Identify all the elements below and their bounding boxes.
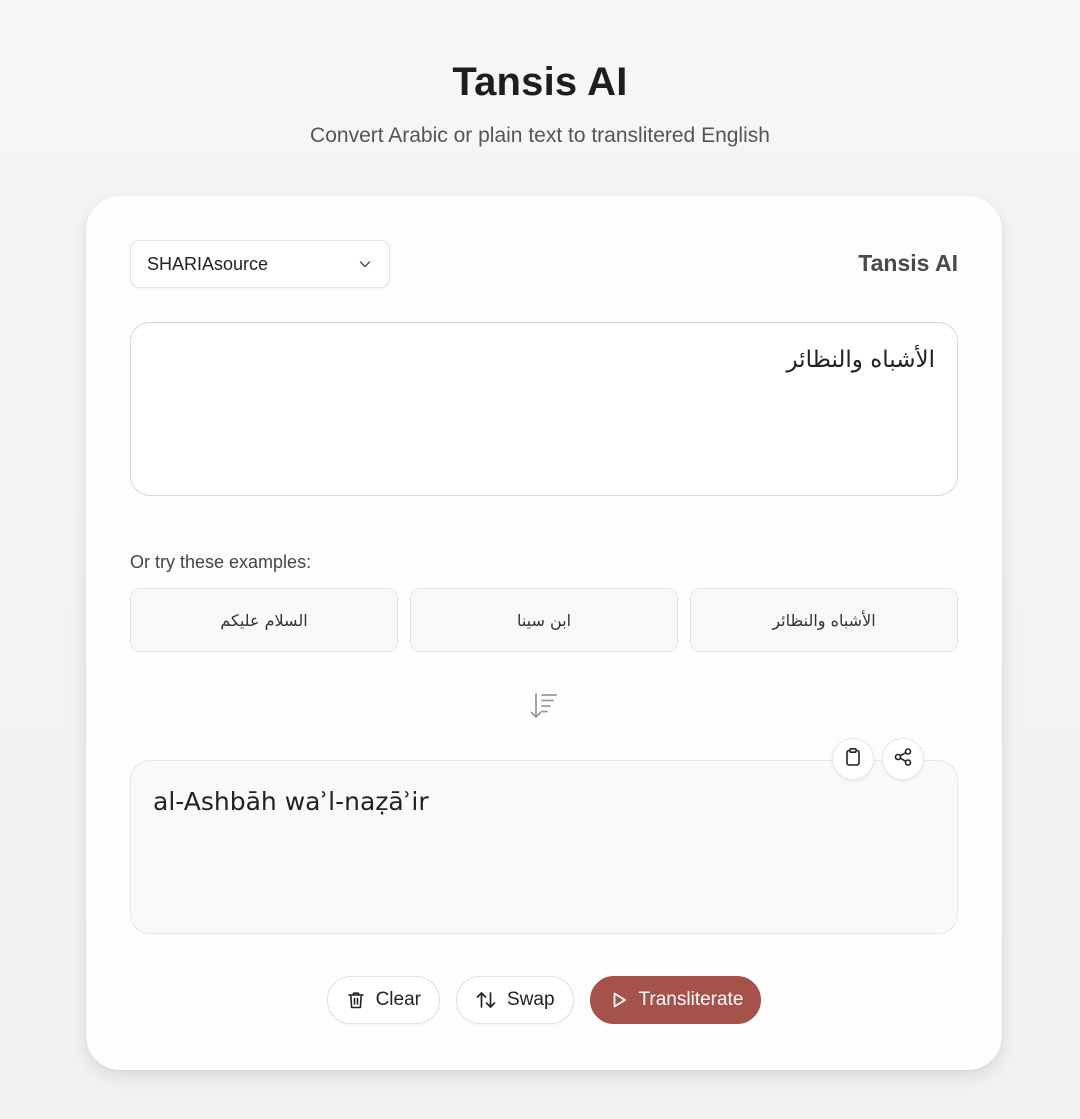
trash-icon xyxy=(346,990,366,1010)
arabic-input[interactable]: الأشباه والنظائر xyxy=(130,322,958,496)
share-icon xyxy=(893,747,913,772)
play-icon xyxy=(609,990,629,1010)
transliterator-card: SHARIAsource Tansis AI الأشباه والنظائر … xyxy=(86,196,1002,1070)
transliterate-button[interactable]: Transliterate xyxy=(589,976,762,1024)
copy-button[interactable] xyxy=(832,738,874,780)
swap-button[interactable]: Swap xyxy=(455,976,574,1024)
source-select-value: SHARIAsource xyxy=(147,253,269,274)
share-button[interactable] xyxy=(882,738,924,780)
swap-icon xyxy=(475,990,497,1010)
app-title: Tansis AI xyxy=(452,60,628,104)
source-select[interactable]: SHARIAsource xyxy=(130,240,390,288)
clipboard-icon xyxy=(843,747,863,772)
transliteration-output[interactable]: al-Ashbāh waʾl-naẓāʾir xyxy=(130,760,958,934)
examples-list: السلام عليكم ابن سينا الأشباه والنظائر xyxy=(130,588,958,652)
clear-label: Clear xyxy=(375,989,421,1010)
example-button[interactable]: السلام عليكم xyxy=(130,588,398,652)
transliterate-label: Transliterate xyxy=(638,989,744,1010)
example-button[interactable]: الأشباه والنظائر xyxy=(690,588,958,652)
chevron-down-icon xyxy=(357,256,373,272)
action-bar: Clear Swap Transliterate xyxy=(86,976,1002,1024)
sort-down-icon xyxy=(526,688,562,724)
brand-label: Tansis AI xyxy=(858,250,958,276)
clear-button[interactable]: Clear xyxy=(326,976,440,1024)
swap-label: Swap xyxy=(506,989,555,1010)
examples-label: Or try these examples: xyxy=(130,552,312,572)
example-button[interactable]: ابن سينا xyxy=(410,588,678,652)
app-subtitle: Convert Arabic or plain text to translit… xyxy=(310,124,770,147)
